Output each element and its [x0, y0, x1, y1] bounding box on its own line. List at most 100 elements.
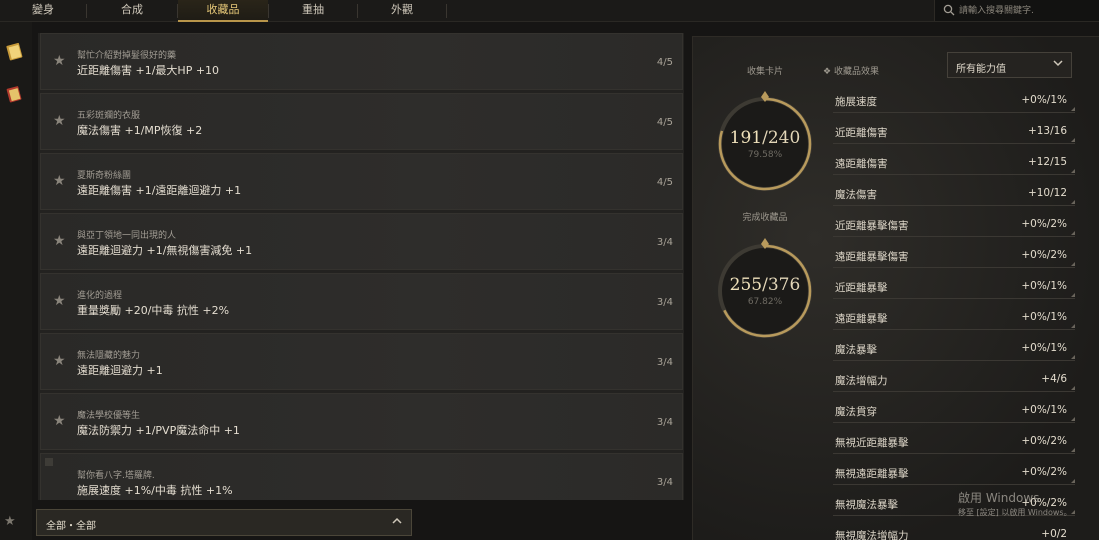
collection-list: ★ 幫忙介紹對掉髮很好的藥 近距離傷害 +1/最大HP +10 4/5 ★ 五彩… — [38, 33, 684, 500]
favorite-star-icon[interactable]: ★ — [53, 413, 66, 429]
collection-title: 幫你看八字.塔羅牌. — [77, 471, 155, 481]
category-sidebar — [0, 22, 32, 540]
collection-progress: 4/5 — [656, 177, 673, 188]
stat-name: 魔法貫穿 — [835, 406, 877, 418]
stat-name: 遠距離暴擊 — [835, 313, 888, 325]
complete-label: 完成收藏品 — [742, 213, 788, 223]
collection-row[interactable]: ★ 夏斯奇粉絲團 遠距離傷害 +1/遠距離迴避力 +1 4/5 — [40, 153, 683, 210]
stat-value: +10/12 — [1027, 187, 1067, 199]
stat-row: 近距離暴擊 +0%/1% — [833, 275, 1075, 299]
stat-value: +12/15 — [1027, 156, 1067, 168]
collection-book-gold-icon[interactable] — [5, 42, 25, 62]
stat-row: 魔法貫穿 +0%/1% — [833, 399, 1075, 423]
stat-name: 無視遠距離暴擊 — [835, 468, 909, 480]
stat-filter-label: 所有能力值 — [956, 64, 1006, 75]
collection-title: 進化的過程 — [77, 291, 123, 301]
diamond-icon: ❖ — [823, 67, 832, 77]
stat-row: 無視近距離暴擊 +0%/2% — [833, 430, 1075, 454]
stat-value: +0%/1% — [1021, 404, 1067, 416]
stat-row: 魔法增幅力 +4/6 — [833, 368, 1075, 392]
stat-value: +13/16 — [1027, 125, 1067, 137]
collection-row[interactable]: ★ 無法隱藏的魅力 遠距離迴避力 +1 3/4 — [40, 333, 683, 390]
collection-effect: 魔法防禦力 +1/PVP魔法命中 +1 — [77, 424, 240, 437]
windows-activation-watermark: 啟用 Windows 移至 [設定] 以啟用 Windows。 — [958, 489, 1072, 518]
collection-row[interactable]: ★ 與亞丁領地一同出現的人 遠距離迴避力 +1/無視傷害減免 +1 3/4 — [40, 213, 683, 270]
favorite-star-icon[interactable]: ★ — [53, 113, 66, 129]
top-nav: 變身 合成 收藏品 重抽 外觀 — [0, 0, 1099, 22]
corner-mark — [1071, 107, 1075, 111]
stat-name: 無視魔法暴擊 — [835, 499, 898, 511]
app-root: 變身 合成 收藏品 重抽 外觀 請輸入搜尋關鍵字. ★ ★ 幫忙介紹對掉髮很好的… — [0, 0, 1099, 540]
stat-name: 魔法暴擊 — [835, 344, 877, 356]
favorite-star-icon[interactable]: ★ — [53, 353, 66, 369]
corner-mark — [1071, 479, 1075, 483]
tab-compose[interactable]: 合成 — [87, 0, 177, 22]
stat-value: +0%/2% — [1021, 249, 1067, 261]
stat-row: 遠距離暴擊傷害 +0%/2% — [833, 244, 1075, 268]
stat-name: 近距離暴擊 — [835, 282, 888, 294]
cards-total: 240 — [767, 128, 801, 148]
watermark-subtitle: 移至 [設定] 以啟用 Windows。 — [958, 508, 1072, 517]
corner-mark — [1071, 448, 1075, 452]
collection-effect: 重量獎勵 +20/中毒 抗性 +2% — [77, 304, 230, 317]
stat-filter-dropdown[interactable]: 所有能力值 — [947, 52, 1072, 78]
stat-row: 無視遠距離暴擊 +0%/2% — [833, 461, 1075, 485]
complete-value: 255 — [729, 275, 763, 295]
category-filter-dropdown[interactable]: 全部・全部 — [36, 509, 412, 536]
collection-title: 魔法學校優等生 — [77, 411, 141, 421]
favorite-star-icon[interactable]: ★ — [53, 173, 66, 189]
collection-effect: 遠距離迴避力 +1/無視傷害減免 +1 — [77, 244, 253, 257]
favorite-star-icon[interactable]: ★ — [53, 53, 66, 69]
chevron-up-icon — [391, 515, 403, 530]
collection-progress: 4/5 — [656, 57, 673, 68]
collection-title: 無法隱藏的魅力 — [77, 351, 141, 361]
collection-progress: 4/5 — [656, 117, 673, 128]
collection-row[interactable]: ★ 進化的過程 重量獎勵 +20/中毒 抗性 +2% 3/4 — [40, 273, 683, 330]
collection-effect: 近距離傷害 +1/最大HP +10 — [77, 64, 220, 77]
collection-progress: 3/4 — [656, 417, 673, 428]
stat-name: 遠距離傷害 — [835, 158, 888, 170]
collection-title: 五彩斑斕的衣服 — [77, 111, 141, 121]
collection-progress: 3/4 — [656, 357, 673, 368]
stat-row: 遠距離傷害 +12/15 — [833, 151, 1075, 175]
cards-count: 191/240 79.58% — [710, 128, 820, 160]
favorite-star-icon[interactable]: ★ — [53, 293, 66, 309]
select-checkbox[interactable] — [45, 458, 53, 466]
search-icon[interactable] — [943, 4, 955, 16]
watermark-title: 啟用 Windows — [958, 491, 1040, 505]
tab-redraw[interactable]: 重抽 — [269, 0, 357, 22]
collection-effect: 魔法傷害 +1/MP恢復 +2 — [77, 124, 203, 137]
stat-row: 施展速度 +0%/1% — [833, 89, 1075, 113]
favorite-star-icon[interactable]: ★ — [4, 514, 16, 529]
stat-row: 近距離傷害 +13/16 — [833, 120, 1075, 144]
corner-mark — [1071, 324, 1075, 328]
stat-row: 魔法暴擊 +0%/1% — [833, 337, 1075, 361]
collection-progress: 3/4 — [656, 237, 673, 248]
corner-mark — [1071, 262, 1075, 266]
complete-count: 255/376 67.82% — [710, 275, 820, 307]
favorite-star-icon[interactable]: ★ — [53, 233, 66, 249]
corner-mark — [1071, 200, 1075, 204]
collection-row[interactable]: 幫你看八字.塔羅牌. 施展速度 +1%/中毒 抗性 +1% 3/4 — [40, 453, 683, 500]
stat-value: +0%/1% — [1021, 94, 1067, 106]
stat-name: 近距離傷害 — [835, 127, 888, 139]
stat-name: 近距離暴擊傷害 — [835, 220, 909, 232]
search-box — [934, 0, 1099, 21]
collection-row[interactable]: ★ 五彩斑斕的衣服 魔法傷害 +1/MP恢復 +2 4/5 — [40, 93, 683, 150]
stat-value: +0%/1% — [1021, 342, 1067, 354]
tab-collection[interactable]: 收藏品 — [178, 0, 268, 22]
collection-row[interactable]: ★ 魔法學校優等生 魔法防禦力 +1/PVP魔法命中 +1 3/4 — [40, 393, 683, 450]
stat-name: 無視近距離暴擊 — [835, 437, 909, 449]
stat-name: 遠距離暴擊傷害 — [835, 251, 909, 263]
tab-appearance[interactable]: 外觀 — [358, 0, 446, 22]
stat-name: 無視魔法增幅力 — [835, 530, 909, 540]
stat-value: +0%/2% — [1021, 435, 1067, 447]
category-filter-label: 全部・全部 — [46, 521, 96, 532]
collection-book-color-icon[interactable] — [5, 84, 25, 104]
collection-row[interactable]: ★ 幫忙介紹對掉髮很好的藥 近距離傷害 +1/最大HP +10 4/5 — [40, 33, 683, 90]
search-input[interactable] — [959, 2, 1094, 19]
tab-transform[interactable]: 變身 — [0, 0, 86, 22]
collection-title: 夏斯奇粉絲團 — [77, 171, 132, 181]
summary-panel: 收集卡片 191/240 79.58% 完成收藏品 255/376 67.82%… — [692, 36, 1099, 540]
stat-row: 魔法傷害 +10/12 — [833, 182, 1075, 206]
